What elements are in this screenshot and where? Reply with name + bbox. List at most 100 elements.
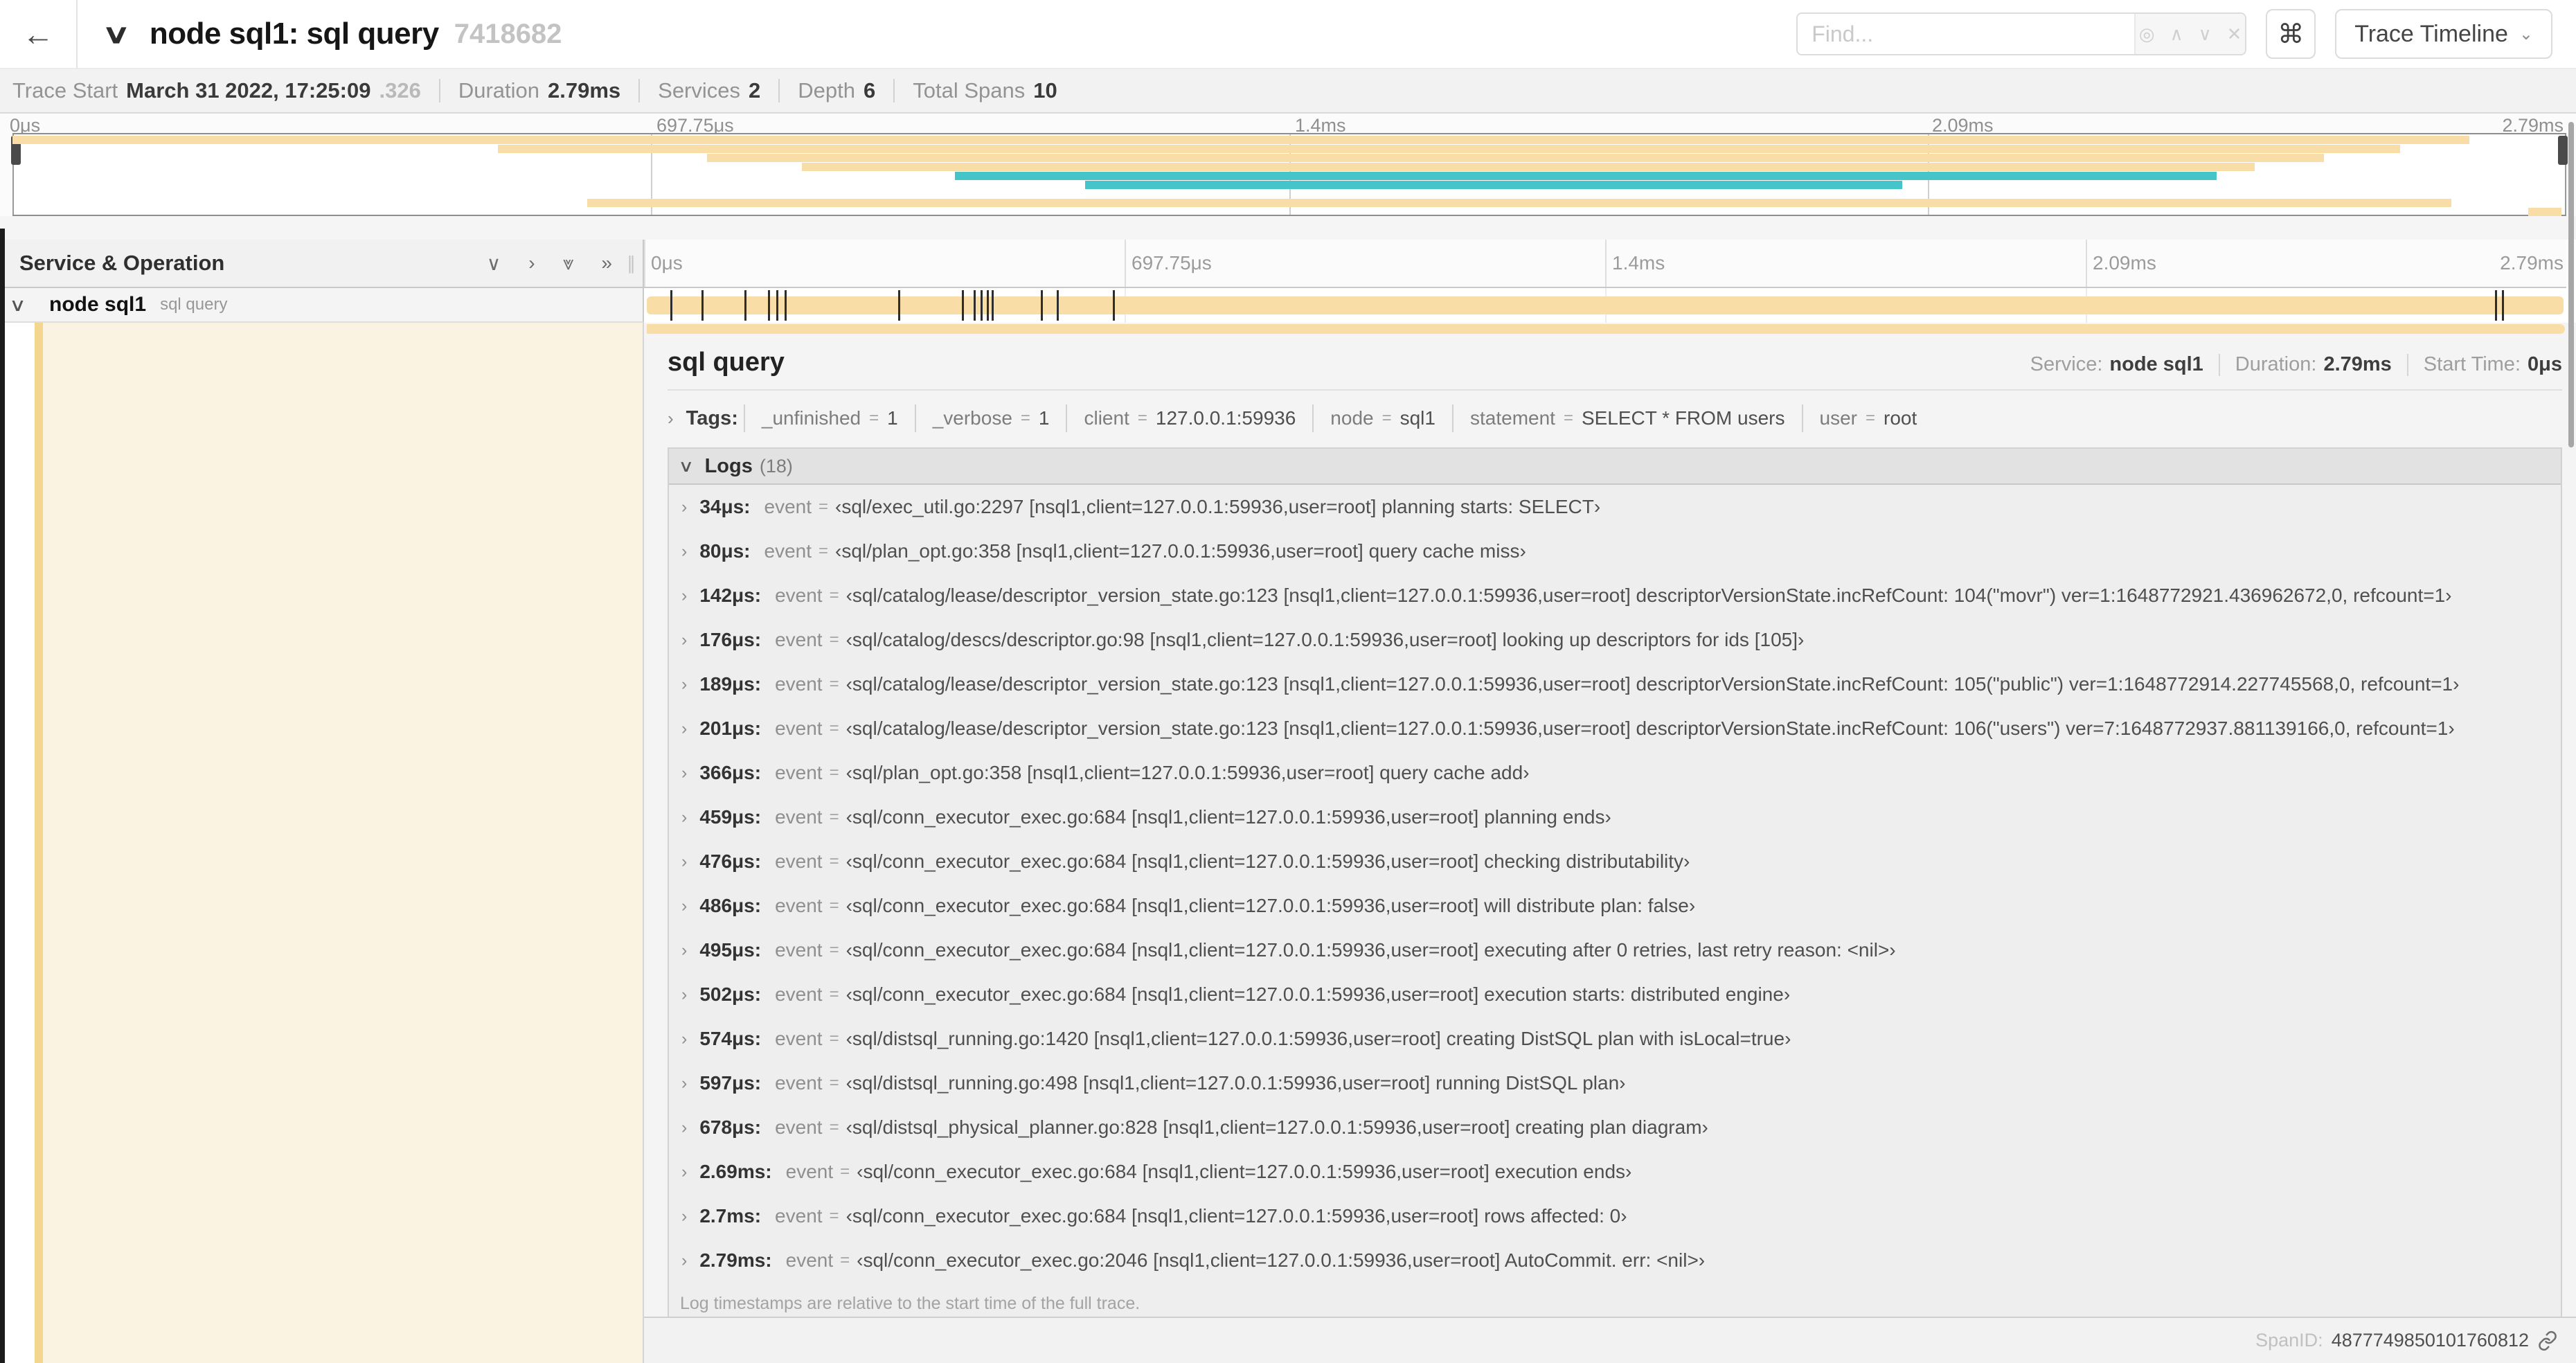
log-timestamp: 2.79ms:	[699, 1249, 772, 1271]
chevron-right-icon: ›	[681, 674, 688, 694]
span-color-strip	[35, 323, 43, 1363]
log-row[interactable]: › 486μs: event = ‹sql/conn_executor_exec…	[669, 884, 2561, 928]
log-field-name: event	[775, 1205, 823, 1227]
tag-key: client	[1084, 407, 1129, 429]
log-row[interactable]: › 2.69ms: event = ‹sql/conn_executor_exe…	[669, 1150, 2561, 1194]
view-selector-button[interactable]: Trace Timeline ⌄	[2335, 9, 2552, 59]
tag-value: 127.0.0.1:59936	[1155, 407, 1296, 429]
span-detail-main: sql query Service: node sql1 Duration: 2…	[644, 323, 2576, 1318]
minimap-span-bar	[12, 136, 2469, 144]
depth-label: Depth	[798, 78, 855, 103]
equals-sign: =	[829, 586, 839, 605]
log-row[interactable]: › 34μs: event = ‹sql/exec_util.go:2297 […	[669, 485, 2561, 529]
minimap-canvas[interactable]	[11, 133, 2568, 216]
log-timestamp: 574μs:	[699, 1028, 762, 1049]
keyboard-shortcuts-button[interactable]: ⌘	[2266, 9, 2316, 59]
log-row[interactable]: › 502μs: event = ‹sql/conn_executor_exec…	[669, 972, 2561, 1017]
log-timestamp: 366μs:	[699, 762, 762, 783]
timeline-ruler: 0μs 697.75μs 1.4ms 2.09ms 2.79ms	[644, 240, 2566, 288]
ruler-tick-0: 0μs	[651, 252, 683, 274]
log-row[interactable]: › 495μs: event = ‹sql/conn_executor_exec…	[669, 928, 2561, 972]
log-row[interactable]: › 189μs: event = ‹sql/catalog/lease/desc…	[669, 662, 2561, 706]
log-field-name: event	[775, 585, 823, 606]
span-collapse-chevron-icon[interactable]: ∨	[9, 294, 26, 316]
logs-title: Logs	[704, 454, 753, 477]
find-input[interactable]	[1798, 14, 2135, 54]
log-field-value: ‹sql/conn_executor_exec.go:684 [nsql1,cl…	[846, 1205, 1627, 1227]
chevron-right-icon: ›	[681, 940, 688, 960]
total-spans-value: 10	[1033, 78, 1057, 103]
log-row[interactable]: › 366μs: event = ‹sql/plan_opt.go:358 [n…	[669, 751, 2561, 795]
tags-row[interactable]: › Tags: _unfinished = 1 _verbose = 1 cli…	[668, 400, 2562, 436]
ruler-gridline	[1125, 240, 1126, 287]
log-field-name: event	[775, 762, 823, 783]
equals-sign: =	[829, 675, 839, 693]
tag-item: _verbose = 1	[914, 404, 1066, 432]
top-bar-controls: ◎ ∧ ∨ ✕ ⌘ Trace Timeline ⌄	[1796, 9, 2576, 59]
tag-item: node = sql1	[1312, 404, 1452, 432]
log-row[interactable]: › 597μs: event = ‹sql/distsql_running.go…	[669, 1061, 2561, 1105]
vertical-scrollbar[interactable]	[2568, 122, 2574, 447]
log-row[interactable]: › 459μs: event = ‹sql/conn_executor_exec…	[669, 795, 2561, 839]
log-field-name: event	[775, 895, 823, 916]
log-field-name: event	[764, 496, 812, 517]
column-resize-grip[interactable]: ∥	[627, 253, 637, 274]
equals-sign: =	[829, 808, 839, 826]
trace-minimap: 0μs 697.75μs 1.4ms 2.09ms 2.79ms	[0, 114, 2576, 240]
logs-note: Log timestamps are relative to the start…	[680, 1294, 1141, 1313]
log-timestamp: 597μs:	[699, 1072, 762, 1094]
equals-sign: =	[829, 896, 839, 915]
tag-value: sql1	[1399, 407, 1435, 429]
log-row[interactable]: › 678μs: event = ‹sql/distsql_physical_p…	[669, 1105, 2561, 1150]
collapse-one-icon[interactable]: ∨	[487, 252, 501, 275]
locate-icon[interactable]: ◎	[2139, 24, 2155, 45]
tag-key: node	[1330, 407, 1374, 429]
start-time-value: 0μs	[2528, 353, 2562, 375]
log-timestamp: 502μs:	[699, 983, 762, 1005]
log-row[interactable]: › 80μs: event = ‹sql/plan_opt.go:358 [ns…	[669, 529, 2561, 573]
command-icon: ⌘	[2278, 19, 2305, 49]
equals-sign: =	[1381, 409, 1392, 427]
clear-search-icon[interactable]: ✕	[2227, 24, 2242, 45]
next-match-icon[interactable]: ∨	[2199, 24, 2212, 45]
trace-title: node sql1: sql query	[149, 17, 439, 51]
logs-accordion: ∨ Logs (18) › 34μs: event = ‹sql/exec_ut…	[668, 447, 2562, 1317]
span-id-value: 4877749850101760812	[2331, 1330, 2529, 1351]
log-row[interactable]: › 142μs: event = ‹sql/catalog/lease/desc…	[669, 573, 2561, 618]
expand-all-icon[interactable]: »	[601, 252, 612, 275]
log-row[interactable]: › 2.79ms: event = ‹sql/conn_executor_exe…	[669, 1238, 2561, 1283]
expand-one-icon[interactable]: ›	[528, 252, 535, 275]
log-row[interactable]: › 574μs: event = ‹sql/distsql_running.go…	[669, 1017, 2561, 1061]
span-row-timeline	[644, 288, 2566, 323]
chevron-right-icon: ›	[681, 896, 688, 916]
log-field-value: ‹sql/catalog/lease/descriptor_version_st…	[846, 718, 2455, 739]
tag-key: _verbose	[932, 407, 1012, 429]
depth-value: 6	[864, 78, 876, 103]
equals-sign: =	[829, 630, 839, 649]
log-row[interactable]: › 176μs: event = ‹sql/catalog/descs/desc…	[669, 618, 2561, 662]
span-row[interactable]: ∨ node sql1 sql query	[0, 288, 2576, 323]
prev-match-icon[interactable]: ∧	[2170, 24, 2183, 45]
chevron-right-icon: ›	[681, 630, 688, 650]
span-detail-indent-fill	[43, 323, 643, 1363]
back-button[interactable]: ←	[0, 0, 78, 69]
log-row[interactable]: › 201μs: event = ‹sql/catalog/lease/desc…	[669, 706, 2561, 751]
equals-sign: =	[819, 542, 829, 560]
log-row[interactable]: › 476μs: event = ‹sql/conn_executor_exec…	[669, 839, 2561, 884]
log-timestamp: 80μs:	[699, 540, 751, 562]
log-event-tick	[670, 290, 672, 321]
minimap-span-bar	[2528, 208, 2561, 216]
trace-summary-bar: Trace Start March 31 2022, 17:25:09.326 …	[0, 69, 2576, 114]
minimap-right-scrubber[interactable]	[2558, 136, 2568, 165]
duration-label: Duration:	[2235, 353, 2317, 375]
link-icon[interactable]	[2537, 1330, 2558, 1351]
trace-start-value: March 31 2022, 17:25:09	[126, 78, 371, 103]
tag-key: _unfinished	[761, 407, 861, 429]
log-row[interactable]: › 2.7ms: event = ‹sql/conn_executor_exec…	[669, 1194, 2561, 1238]
trace-collapse-chevron-icon[interactable]: ∨	[102, 19, 131, 50]
logs-header[interactable]: ∨ Logs (18)	[669, 449, 2561, 485]
collapse-all-icon[interactable]: ⩔	[563, 252, 574, 275]
equals-sign: =	[829, 1029, 839, 1048]
log-field-name: event	[775, 1072, 823, 1094]
jaeger-trace-timeline-page: ← ∨ node sql1: sql query 7418682 ◎ ∧ ∨ ✕…	[0, 0, 2576, 1363]
